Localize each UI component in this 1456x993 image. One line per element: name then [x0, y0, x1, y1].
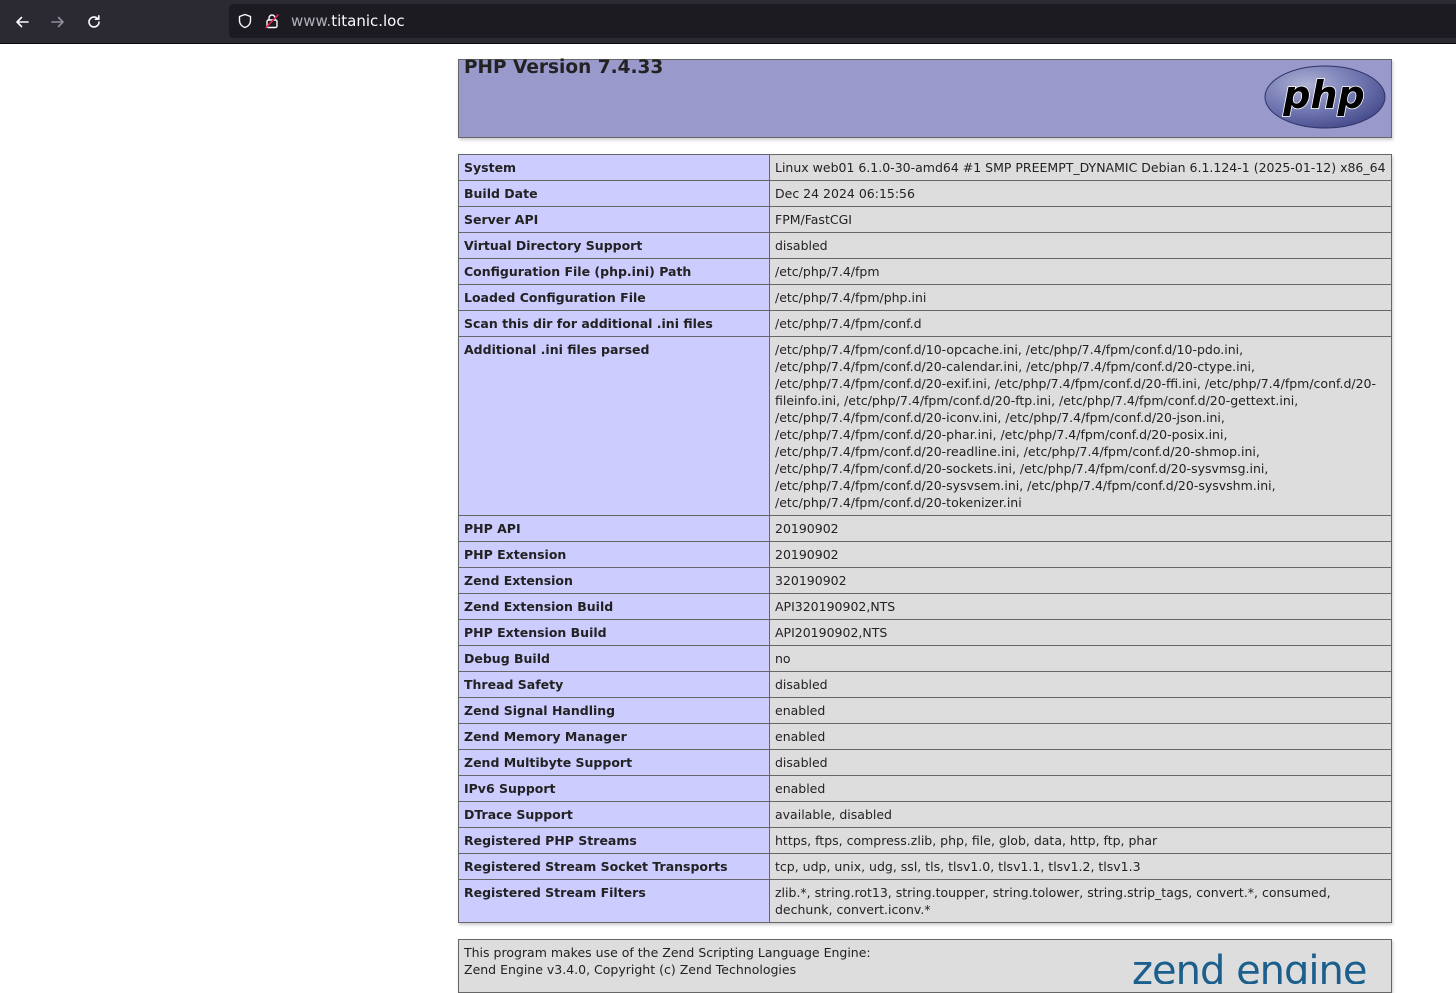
table-row: Zend Extension 320190902 — [458, 567, 1392, 594]
setting-value: zlib.*, string.rot13, string.toupper, st… — [769, 879, 1392, 923]
setting-key: Debug Build — [458, 645, 770, 672]
setting-key: Zend Extension Build — [458, 593, 770, 620]
setting-value: /etc/php/7.4/fpm/conf.d — [769, 310, 1392, 337]
setting-value: tcp, udp, unix, udg, ssl, tls, tlsv1.0, … — [769, 853, 1392, 880]
setting-value: no — [769, 645, 1392, 672]
setting-key: IPv6 Support — [458, 775, 770, 802]
setting-value: disabled — [769, 671, 1392, 698]
setting-value: 320190902 — [769, 567, 1392, 594]
setting-key: Scan this dir for additional .ini files — [458, 310, 770, 337]
setting-value: /etc/php/7.4/fpm/php.ini — [769, 284, 1392, 311]
setting-key: Registered PHP Streams — [458, 827, 770, 854]
table-row: Loaded Configuration File/etc/php/7.4/fp… — [458, 284, 1392, 311]
url-text[interactable]: www.titanic.loc — [291, 12, 405, 30]
zend-logo-image: zend engine — [1132, 948, 1368, 993]
table-row: Thread Safety disabled — [458, 671, 1392, 698]
table-row: Scan this dir for additional .ini files /… — [458, 310, 1392, 337]
php-logo-text: php — [1282, 73, 1364, 117]
settings-table: System Linux web01 6.1.0-30-amd64 #1 SMP … — [458, 154, 1392, 923]
php-version-header: php PHP Version 7.4.33 — [458, 57, 1392, 138]
table-row: Virtual Directory Support disabled — [458, 232, 1392, 259]
insecure-lock-icon[interactable] — [264, 13, 280, 29]
table-row: PHP API 20190902 — [458, 515, 1392, 542]
setting-key: Virtual Directory Support — [458, 232, 770, 259]
zend-footer: zend engine This program makes use of th… — [458, 939, 1392, 993]
url-prefix: www. — [291, 12, 332, 30]
table-row: Additional .ini files parsed/etc/php/7.4… — [458, 336, 1392, 516]
table-row: Registered Stream Socket Transports tcp, … — [458, 853, 1392, 880]
setting-value: 20190902 — [769, 541, 1392, 568]
setting-value: Linux web01 6.1.0-30-amd64 #1 SMP PREEMP… — [769, 154, 1392, 181]
url-host: titanic.loc — [331, 12, 405, 30]
setting-key: Loaded Configuration File — [458, 284, 770, 311]
table-row: Zend Signal Handling enabled — [458, 697, 1392, 724]
setting-value: enabled — [769, 723, 1392, 750]
table-row: Zend Extension Build API320190902,NTS — [458, 593, 1392, 620]
setting-value: /etc/php/7.4/fpm — [769, 258, 1392, 285]
table-row: PHP Extension Build API20190902,NTS — [458, 619, 1392, 646]
table-row: System Linux web01 6.1.0-30-amd64 #1 SMP … — [458, 154, 1392, 181]
shield-icon[interactable] — [237, 13, 253, 29]
setting-key: System — [458, 154, 770, 181]
table-row: DTrace Support available, disabled — [458, 801, 1392, 828]
setting-key: Zend Memory Manager — [458, 723, 770, 750]
setting-key: Additional .ini files parsed — [458, 336, 770, 516]
setting-value: Dec 24 2024 06:15:56 — [769, 180, 1392, 207]
table-row: Debug Build no — [458, 645, 1392, 672]
page-title: PHP Version 7.4.33 — [464, 57, 664, 78]
settings-body: System Linux web01 6.1.0-30-amd64 #1 SMP … — [458, 154, 1392, 923]
table-row: Registered PHP Streams https, ftps, compr… — [458, 827, 1392, 854]
back-arrow-icon — [16, 16, 29, 28]
setting-key: Zend Multibyte Support — [458, 749, 770, 776]
zend-logo[interactable]: zend engine — [1132, 944, 1386, 993]
footer-cell: zend engine This program makes use of th… — [458, 939, 1392, 993]
table-row: IPv6 Support enabled — [458, 775, 1392, 802]
setting-key: Zend Signal Handling — [458, 697, 770, 724]
setting-key: Server API — [458, 206, 770, 233]
phpinfo-content: php PHP Version 7.4.33 System Linux web01… — [458, 57, 1392, 993]
setting-value: API320190902,NTS — [769, 593, 1392, 620]
url-bar[interactable]: www.titanic.loc — [229, 4, 1456, 38]
table-row: Server API FPM/FastCGI — [458, 206, 1392, 233]
setting-value: available, disabled — [769, 801, 1392, 828]
setting-key: Build Date — [458, 180, 770, 207]
setting-value: enabled — [769, 775, 1392, 802]
setting-key: Registered Stream Socket Transports — [458, 853, 770, 880]
setting-value: /etc/php/7.4/fpm/conf.d/10-opcache.ini, … — [769, 336, 1392, 516]
setting-value: https, ftps, compress.zlib, php, file, g… — [769, 827, 1392, 854]
table-row: Zend Memory Manager enabled — [458, 723, 1392, 750]
setting-key: PHP API — [458, 515, 770, 542]
setting-key: Configuration File (php.ini) Path — [458, 258, 770, 285]
reload-icon — [88, 15, 100, 28]
setting-value: 20190902 — [769, 515, 1392, 542]
setting-key: Zend Extension — [458, 567, 770, 594]
table-row: Configuration File (php.ini) Path/etc/ph… — [458, 258, 1392, 285]
table-row: PHP Extension 20190902 — [458, 541, 1392, 568]
browser-toolbar: www.titanic.loc — [0, 0, 1456, 44]
forward-arrow-icon — [51, 16, 64, 28]
setting-value: disabled — [769, 749, 1392, 776]
forward-button[interactable] — [43, 7, 73, 37]
setting-value: FPM/FastCGI — [769, 206, 1392, 233]
setting-key: DTrace Support — [458, 801, 770, 828]
table-row: Zend Multibyte Support disabled — [458, 749, 1392, 776]
setting-value: API20190902,NTS — [769, 619, 1392, 646]
table-row: Registered Stream Filters zlib.*, string.… — [458, 879, 1392, 923]
setting-key: PHP Extension Build — [458, 619, 770, 646]
setting-value: disabled — [769, 232, 1392, 259]
reload-button[interactable] — [79, 7, 109, 37]
header-cell: php PHP Version 7.4.33 — [458, 57, 1392, 138]
setting-key: Registered Stream Filters — [458, 879, 770, 923]
setting-value: enabled — [769, 697, 1392, 724]
setting-key: Thread Safety — [458, 671, 770, 698]
zend-logo-text: zend engine — [1132, 948, 1367, 984]
setting-key: PHP Extension — [458, 541, 770, 568]
table-row: Build Date Dec 24 2024 06:15:56 — [458, 180, 1392, 207]
back-button[interactable] — [7, 7, 37, 37]
